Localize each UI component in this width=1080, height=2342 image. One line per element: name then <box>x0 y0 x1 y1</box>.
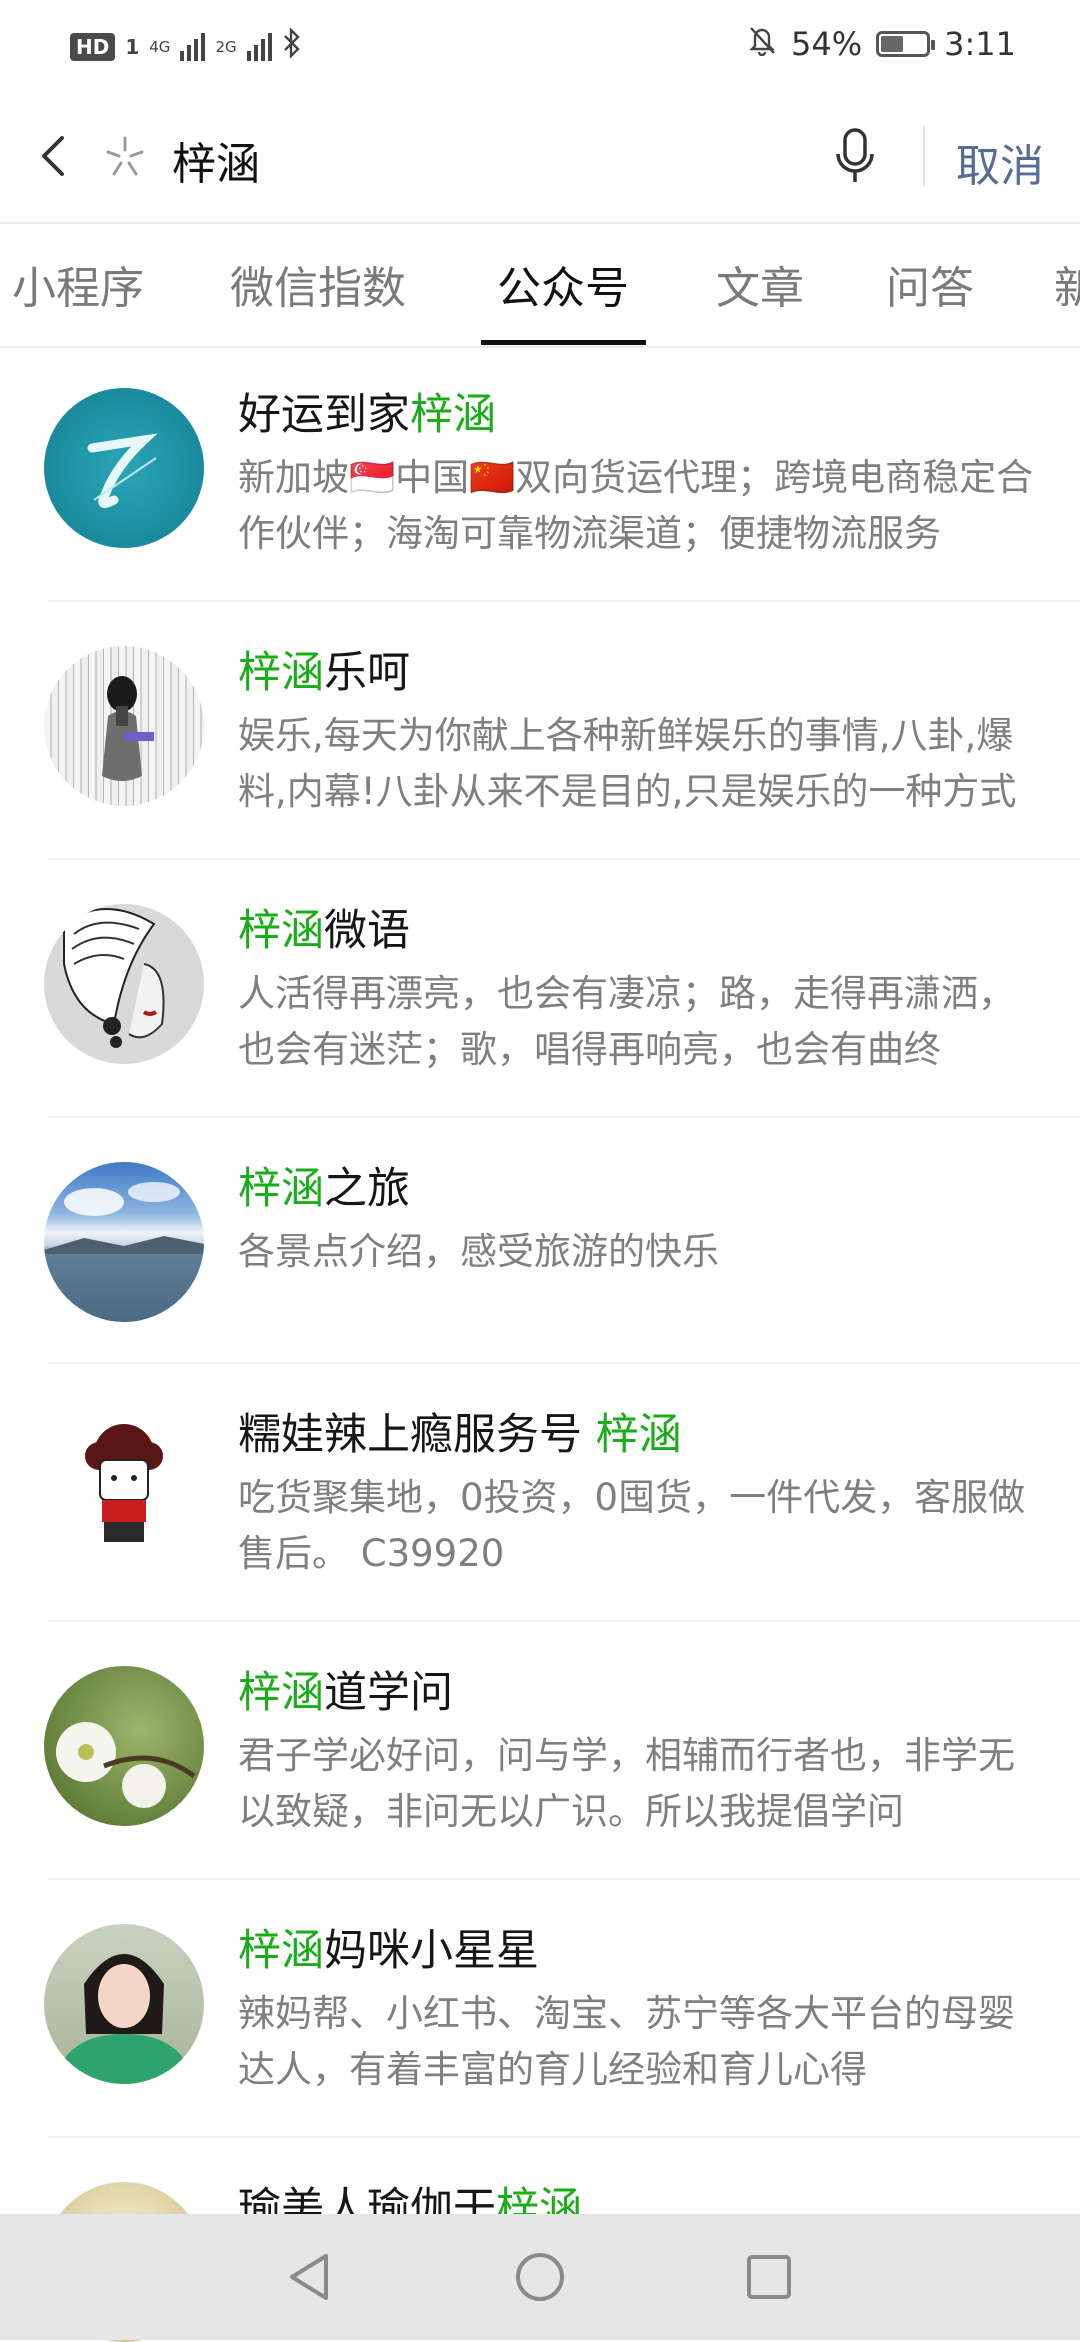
title-text: 微语 <box>324 906 410 956</box>
status-left: HD 1 4G 2G <box>70 27 302 65</box>
result-description: 吃货聚集地，0投资，0囤货，一件代发，客服做售后。 C39920 <box>238 1476 1026 1575</box>
tab-official-accounts[interactable]: 公众号 <box>497 252 629 316</box>
result-description: 各景点介绍，感受旅游的快乐 <box>238 1230 719 1273</box>
battery-icon <box>876 31 936 57</box>
title-highlight: 梓涵 <box>410 390 496 440</box>
avatar <box>44 1924 204 2084</box>
title-text: 道学问 <box>324 1668 453 1718</box>
list-item[interactable]: 好运到家梓涵 新加坡🇸🇬中国🇨🇳双向货运代理；跨境电商稳定合作伙伴；海淘可靠物流… <box>0 344 1080 602</box>
hd-badge: HD <box>70 32 116 61</box>
result-description: 君子学必好问，问与学，相辅而行者也，非学无以致疑，非问无以广识。所以我提倡学问 <box>238 1734 1015 1833</box>
microphone-icon[interactable] <box>830 124 880 188</box>
back-arrow-icon[interactable] <box>30 124 86 188</box>
cancel-button[interactable]: 取消 <box>956 130 1044 194</box>
recents-square-icon[interactable] <box>736 2244 802 2310</box>
network-label-1: 4G <box>149 37 171 56</box>
tab-mini-program[interactable]: 小程序 <box>12 252 144 316</box>
search-input[interactable]: 梓涵 <box>172 128 260 192</box>
result-title: 糯娃辣上瘾服务号 梓涵 <box>238 1400 682 1462</box>
status-bar: HD 1 4G 2G 54% 3:11 <box>0 0 1080 92</box>
result-title: 梓涵乐呵 <box>238 638 410 700</box>
avatar <box>44 646 204 806</box>
title-text: 妈咪小星星 <box>324 1926 539 1976</box>
title-text: 好运到家 <box>238 390 410 440</box>
system-navigation-bar <box>0 2214 1080 2340</box>
avatar <box>44 388 204 548</box>
title-highlight: 梓涵 <box>238 1164 324 1214</box>
signal-icon-2 <box>246 32 272 61</box>
tab-more[interactable]: 新 <box>1054 252 1080 316</box>
mute-bell-icon <box>747 24 777 64</box>
title-highlight: 梓涵 <box>238 648 324 698</box>
title-text: 之旅 <box>324 1164 410 1214</box>
result-description: 新加坡🇸🇬中国🇨🇳双向货运代理；跨境电商稳定合作伙伴；海淘可靠物流渠道；便捷物流… <box>238 456 1034 555</box>
avatar <box>44 1162 204 1322</box>
sim-indicator: 1 <box>125 34 140 59</box>
battery-percent: 54% <box>791 25 863 63</box>
tab-articles[interactable]: 文章 <box>716 252 804 316</box>
battery-level <box>881 36 904 52</box>
list-item[interactable]: 糯娃辣上瘾服务号 梓涵 吃货聚集地，0投资，0囤货，一件代发，客服做售后。 C3… <box>0 1364 1080 1622</box>
home-circle-icon[interactable] <box>507 2244 573 2310</box>
title-text: 糯娃辣上瘾服务号 <box>238 1410 596 1460</box>
title-highlight: 梓涵 <box>238 906 324 956</box>
result-description: 辣妈帮、小红书、淘宝、苏宁等各大平台的母婴达人，有着丰富的育儿经验和育儿心得 <box>238 1992 1015 2091</box>
list-item[interactable]: 梓涵道学问 君子学必好问，问与学，相辅而行者也，非学无以致疑，非问无以广识。所以… <box>0 1622 1080 1880</box>
title-highlight: 梓涵 <box>595 1410 682 1460</box>
result-title: 梓涵妈咪小星星 <box>238 1916 539 1978</box>
bluetooth-icon <box>282 27 302 65</box>
avatar <box>44 1408 204 1568</box>
title-text: 乐呵 <box>324 648 410 698</box>
result-description: 人活得再漂亮，也会有凄凉；路，走得再潇洒，也会有迷茫；歌，唱得再响亮，也会有曲终 <box>238 972 1015 1071</box>
avatar <box>44 904 204 1064</box>
wechat-search-icon <box>100 132 150 182</box>
result-title: 梓涵之旅 <box>238 1154 410 1216</box>
result-title: 好运到家梓涵 <box>238 380 496 442</box>
tab-wechat-index[interactable]: 微信指数 <box>230 252 406 316</box>
list-item[interactable]: 梓涵微语 人活得再漂亮，也会有凄凉；路，走得再潇洒，也会有迷茫；歌，唱得再响亮，… <box>0 860 1080 1118</box>
title-highlight: 梓涵 <box>238 1926 324 1976</box>
network-label-2: 2G <box>215 37 237 56</box>
result-title: 梓涵道学问 <box>238 1658 453 1720</box>
result-title: 梓涵微语 <box>238 896 410 958</box>
divider <box>923 126 925 186</box>
title-highlight: 梓涵 <box>238 1668 324 1718</box>
list-item[interactable]: 梓涵乐呵 娱乐,每天为你献上各种新鲜娱乐的事情,八卦,爆料,内幕!八卦从来不是目… <box>0 602 1080 860</box>
avatar <box>44 1666 204 1826</box>
back-triangle-icon[interactable] <box>278 2244 344 2310</box>
clock: 3:11 <box>944 25 1016 63</box>
category-tabs: 小程序 微信指数 公众号 文章 问答 新 <box>0 222 1080 348</box>
results-list: 好运到家梓涵 新加坡🇸🇬中国🇨🇳双向货运代理；跨境电商稳定合作伙伴；海淘可靠物流… <box>0 344 1080 2342</box>
status-right: 54% 3:11 <box>747 24 1016 64</box>
search-bar: 梓涵 取消 <box>0 92 1080 220</box>
list-item[interactable]: 梓涵之旅 各景点介绍，感受旅游的快乐 <box>0 1118 1080 1364</box>
list-item[interactable]: 梓涵妈咪小星星 辣妈帮、小红书、淘宝、苏宁等各大平台的母婴达人，有着丰富的育儿经… <box>0 1880 1080 2138</box>
result-description: 娱乐,每天为你献上各种新鲜娱乐的事情,八卦,爆料,内幕!八卦从来不是目的,只是娱… <box>238 714 1017 813</box>
signal-icon-1 <box>180 32 206 61</box>
tab-qa[interactable]: 问答 <box>886 252 974 316</box>
